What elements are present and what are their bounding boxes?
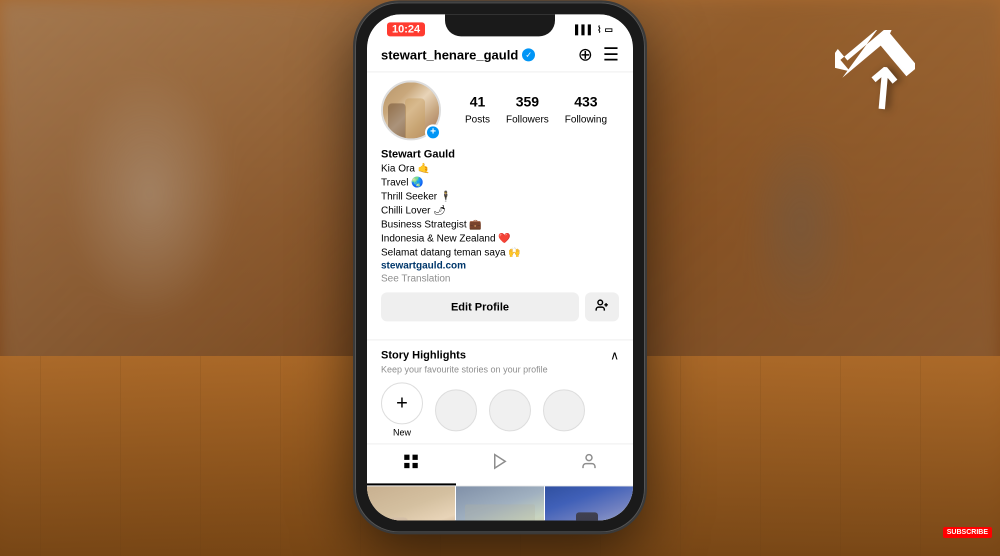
posts-stat: 41 Posts xyxy=(465,93,490,127)
highlight-new[interactable]: + New xyxy=(381,382,423,437)
phone-screen: 10:24 ▌▌▌ ⌇ ▭ stewart_henare_gauld ✓ ⊕ ☰ xyxy=(367,14,633,520)
highlight-circle-1 xyxy=(435,389,477,431)
bio-line-4: Chilli Lover 🌶 xyxy=(381,204,619,218)
tab-reels[interactable] xyxy=(456,444,545,485)
tab-tagged[interactable] xyxy=(544,444,633,485)
tab-bar xyxy=(367,443,633,486)
tab-grid[interactable] xyxy=(367,444,456,485)
phone-notch xyxy=(445,14,555,36)
battery-icon: ▭ xyxy=(604,24,613,35)
bio: Stewart Gauld Kia Ora 🤙 Travel 🌏 Thrill … xyxy=(381,148,619,284)
highlight-new-circle: + xyxy=(381,382,423,424)
see-translation[interactable]: See Translation xyxy=(381,273,619,284)
highlight-circle-3 xyxy=(543,389,585,431)
following-stat[interactable]: 433 Following xyxy=(565,93,607,127)
stats-row: 41 Posts 359 Followers 433 Following xyxy=(453,93,619,127)
wifi-icon: ⌇ xyxy=(597,24,601,35)
profile-section: + 41 Posts 359 Followers 433 xyxy=(367,72,633,339)
menu-icon[interactable]: ☰ xyxy=(603,44,619,65)
verified-badge: ✓ xyxy=(522,48,535,61)
add-content-icon[interactable]: ⊕ xyxy=(578,44,593,65)
bio-line-5: Business Strategist 💼 xyxy=(381,218,619,232)
ig-username: stewart_henare_gauld xyxy=(381,47,518,62)
highlights-header: Story Highlights ∧ xyxy=(381,348,619,362)
add-story-button[interactable]: + xyxy=(425,124,441,140)
bio-line-6: Indonesia & New Zealand ❤️ xyxy=(381,232,619,246)
following-label: Following xyxy=(565,114,607,125)
photo-inner-1 xyxy=(367,486,455,520)
youtube-subscribe-badge[interactable]: SUBSCRIBE xyxy=(943,527,992,538)
highlight-new-plus-icon: + xyxy=(396,393,408,413)
photo-cell-3[interactable] xyxy=(545,486,633,520)
highlights-section: Story Highlights ∧ Keep your favourite s… xyxy=(367,339,633,443)
highlight-new-label: New xyxy=(393,427,411,437)
status-icons: ▌▌▌ ⌇ ▭ xyxy=(575,24,613,35)
ig-header: stewart_henare_gauld ✓ ⊕ ☰ xyxy=(367,40,633,72)
signal-icon: ▌▌▌ xyxy=(575,24,594,34)
display-name: Stewart Gauld xyxy=(381,148,619,160)
followers-stat[interactable]: 359 Followers xyxy=(506,93,549,127)
bio-line-2: Travel 🌏 xyxy=(381,176,619,190)
status-time: 10:24 xyxy=(387,22,425,36)
highlight-3[interactable] xyxy=(543,389,585,431)
edit-profile-button[interactable]: Edit Profile xyxy=(381,292,579,321)
bio-line-7: Selamat datang teman saya 🙌 xyxy=(381,246,619,260)
ig-header-icons: ⊕ ☰ xyxy=(578,44,619,65)
highlights-chevron[interactable]: ∧ xyxy=(610,348,619,362)
profile-top: + 41 Posts 359 Followers 433 xyxy=(381,80,619,140)
highlights-subtitle: Keep your favourite stories on your prof… xyxy=(381,364,619,374)
highlights-title: Story Highlights xyxy=(381,349,466,361)
highlight-circle-2 xyxy=(489,389,531,431)
followers-label: Followers xyxy=(506,114,549,125)
avatar-wrapper: + xyxy=(381,80,441,140)
followers-count: 359 xyxy=(506,93,549,109)
photo-inner-3 xyxy=(545,486,633,520)
highlights-row: + New xyxy=(381,382,619,437)
bio-line-1: Kia Ora 🤙 xyxy=(381,162,619,176)
posts-label: Posts xyxy=(465,114,490,125)
bio-link[interactable]: stewartgauld.com xyxy=(381,260,619,271)
bio-line-3: Thrill Seeker 🕴 xyxy=(381,190,619,204)
add-person-button[interactable] xyxy=(585,292,619,321)
phone: 10:24 ▌▌▌ ⌇ ▭ stewart_henare_gauld ✓ ⊕ ☰ xyxy=(355,2,645,532)
photo-grid xyxy=(367,486,633,520)
highlight-2[interactable] xyxy=(489,389,531,431)
photo-cell-1[interactable] xyxy=(367,486,455,520)
photo-cell-2[interactable] xyxy=(456,486,544,520)
action-buttons: Edit Profile xyxy=(381,292,619,321)
posts-count: 41 xyxy=(465,93,490,109)
photo-inner-2 xyxy=(456,486,544,520)
following-count: 433 xyxy=(565,93,607,109)
phone-wrapper: 10:24 ▌▌▌ ⌇ ▭ stewart_henare_gauld ✓ ⊕ ☰ xyxy=(355,2,645,532)
highlight-1[interactable] xyxy=(435,389,477,431)
